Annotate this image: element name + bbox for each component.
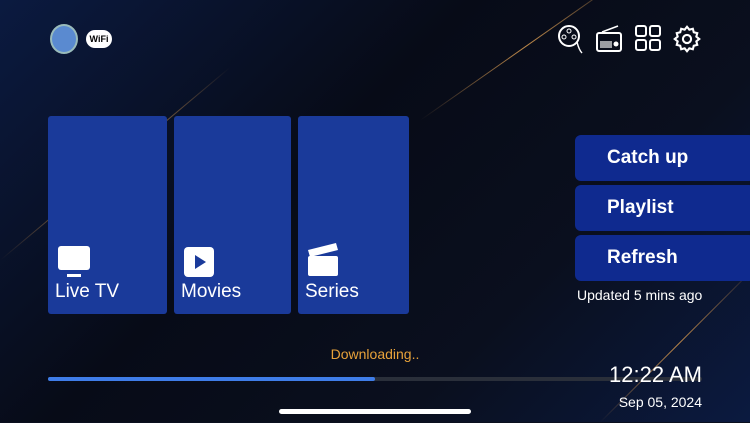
catch-up-button[interactable]: Catch up (575, 135, 750, 181)
clapperboard-icon (308, 243, 338, 276)
tile-live-tv[interactable]: Live TV (48, 116, 167, 314)
radio-icon[interactable] (596, 24, 622, 54)
tile-label: Live TV (55, 281, 120, 302)
grid-icon[interactable] (635, 24, 661, 52)
app-logo-icon[interactable] (50, 24, 78, 54)
tile-label: Movies (181, 281, 242, 302)
download-status: Downloading.. (330, 346, 420, 362)
tv-icon (58, 246, 90, 277)
progress-track (48, 377, 702, 381)
gear-icon[interactable] (673, 24, 701, 54)
film-reel-icon[interactable] (557, 24, 583, 54)
progress-fill (48, 377, 375, 381)
wifi-icon: WiFi (86, 30, 112, 48)
updated-text: Updated 5 mins ago (577, 287, 703, 303)
clock-time: 12:22 AM (609, 362, 702, 387)
tile-movies[interactable]: Movies (174, 116, 291, 314)
home-indicator (279, 409, 471, 414)
clock-date: Sep 05, 2024 (618, 394, 702, 410)
tile-series[interactable]: Series (298, 116, 409, 314)
play-icon (184, 247, 214, 277)
playlist-button[interactable]: Playlist (575, 185, 750, 231)
refresh-button[interactable]: Refresh (575, 235, 750, 281)
tile-label: Series (305, 281, 359, 302)
